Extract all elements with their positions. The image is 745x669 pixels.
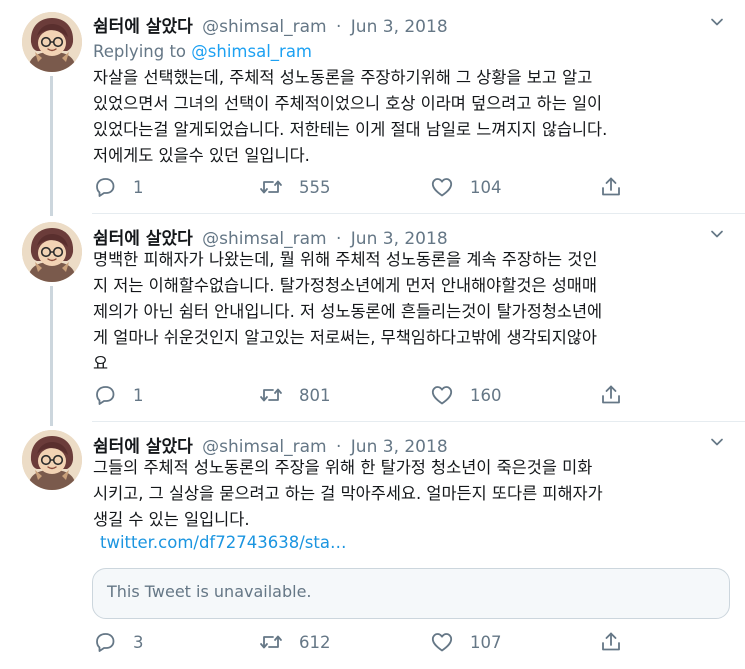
share-icon	[599, 175, 623, 199]
reply-icon	[93, 383, 117, 407]
tweet[interactable]: 쉼터에 살았다 @shimsal_ram · Jun 3, 2018 Reply…	[0, 0, 745, 216]
retweet-icon	[259, 175, 283, 199]
reply-button[interactable]: 1	[93, 382, 144, 408]
chevron-down-icon[interactable]	[709, 14, 725, 30]
thread-line	[50, 286, 53, 426]
chevron-down-icon[interactable]	[709, 434, 725, 450]
tweet-actions: 1 801 160	[93, 382, 733, 408]
tweet-actions: 3 612 107	[93, 629, 733, 655]
avatar[interactable]	[22, 12, 82, 72]
retweet-button[interactable]: 801	[259, 382, 331, 408]
chevron-down-icon[interactable]	[709, 226, 725, 242]
reply-count: 1	[133, 385, 144, 405]
like-count: 104	[470, 177, 502, 197]
retweet-button[interactable]: 612	[259, 629, 331, 655]
tweet-text: 자살을 선택했는데, 주체적 성노동론을 주장하기위해 그 상황을 보고 알고 …	[93, 68, 608, 165]
replying-mention[interactable]: @shimsal_ram	[191, 42, 312, 61]
tweet-text: 그들의 주체적 성노동론의 주장을 위해 한 탈가정 청소년이 죽은것을 미화 …	[93, 458, 603, 529]
like-count: 107	[470, 632, 502, 652]
replying-prefix: Replying to	[93, 42, 192, 61]
timestamp[interactable]: Jun 3, 2018	[351, 437, 448, 457]
separator: ·	[335, 17, 342, 37]
unavailable-text: This Tweet is unavailable.	[107, 582, 312, 601]
handle[interactable]: @shimsal_ram	[202, 229, 326, 249]
retweet-icon	[259, 630, 283, 654]
like-button[interactable]: 104	[430, 174, 502, 200]
display-name[interactable]: 쉼터에 살았다	[93, 229, 193, 249]
tweet-link[interactable]: twitter.com/df72743638/sta…	[100, 533, 346, 552]
tweet-header: 쉼터에 살았다 @shimsal_ram · Jun 3, 2018	[93, 224, 448, 249]
tweet-text: 명백한 피해자가 나왔는데, 뭘 위해 주체적 성노동론을 계속 주장하는 것인…	[93, 250, 603, 373]
retweet-count: 555	[299, 177, 331, 197]
reply-count: 3	[133, 632, 144, 652]
like-button[interactable]: 160	[430, 382, 502, 408]
retweet-count: 612	[299, 632, 331, 652]
share-button[interactable]	[599, 629, 623, 655]
timestamp[interactable]: Jun 3, 2018	[351, 17, 448, 37]
display-name[interactable]: 쉼터에 살았다	[93, 17, 193, 37]
reply-icon	[93, 630, 117, 654]
share-icon	[599, 383, 623, 407]
reply-icon	[93, 175, 117, 199]
timestamp[interactable]: Jun 3, 2018	[351, 229, 448, 249]
tweet-header: 쉼터에 살았다 @shimsal_ram · Jun 3, 2018	[93, 12, 448, 37]
reply-button[interactable]: 1	[93, 174, 144, 200]
like-count: 160	[470, 385, 502, 405]
avatar[interactable]	[22, 430, 82, 490]
retweet-icon	[259, 383, 283, 407]
tweet[interactable]: 쉼터에 살았다 @shimsal_ram · Jun 3, 2018 그들의 주…	[0, 422, 745, 669]
avatar[interactable]	[22, 222, 82, 282]
like-button[interactable]: 107	[430, 629, 502, 655]
retweet-count: 801	[299, 385, 331, 405]
retweet-button[interactable]: 555	[259, 174, 331, 200]
replying-to: Replying to @shimsal_ram	[93, 42, 312, 61]
display-name[interactable]: 쉼터에 살았다	[93, 437, 193, 457]
tweet[interactable]: 쉼터에 살았다 @shimsal_ram · Jun 3, 2018 명백한 피…	[0, 214, 745, 426]
share-button[interactable]	[599, 382, 623, 408]
handle[interactable]: @shimsal_ram	[202, 437, 326, 457]
separator: ·	[335, 437, 342, 457]
share-button[interactable]	[599, 174, 623, 200]
share-icon	[599, 630, 623, 654]
thread-line	[50, 76, 53, 216]
tweet-header: 쉼터에 살았다 @shimsal_ram · Jun 3, 2018	[93, 432, 448, 457]
tweet-actions: 1 555 104	[93, 174, 733, 200]
heart-icon	[430, 383, 454, 407]
reply-count: 1	[133, 177, 144, 197]
handle[interactable]: @shimsal_ram	[202, 17, 326, 37]
heart-icon	[430, 630, 454, 654]
reply-button[interactable]: 3	[93, 629, 144, 655]
quoted-tweet-unavailable: This Tweet is unavailable.	[92, 568, 730, 619]
separator: ·	[335, 229, 342, 249]
heart-icon	[430, 175, 454, 199]
